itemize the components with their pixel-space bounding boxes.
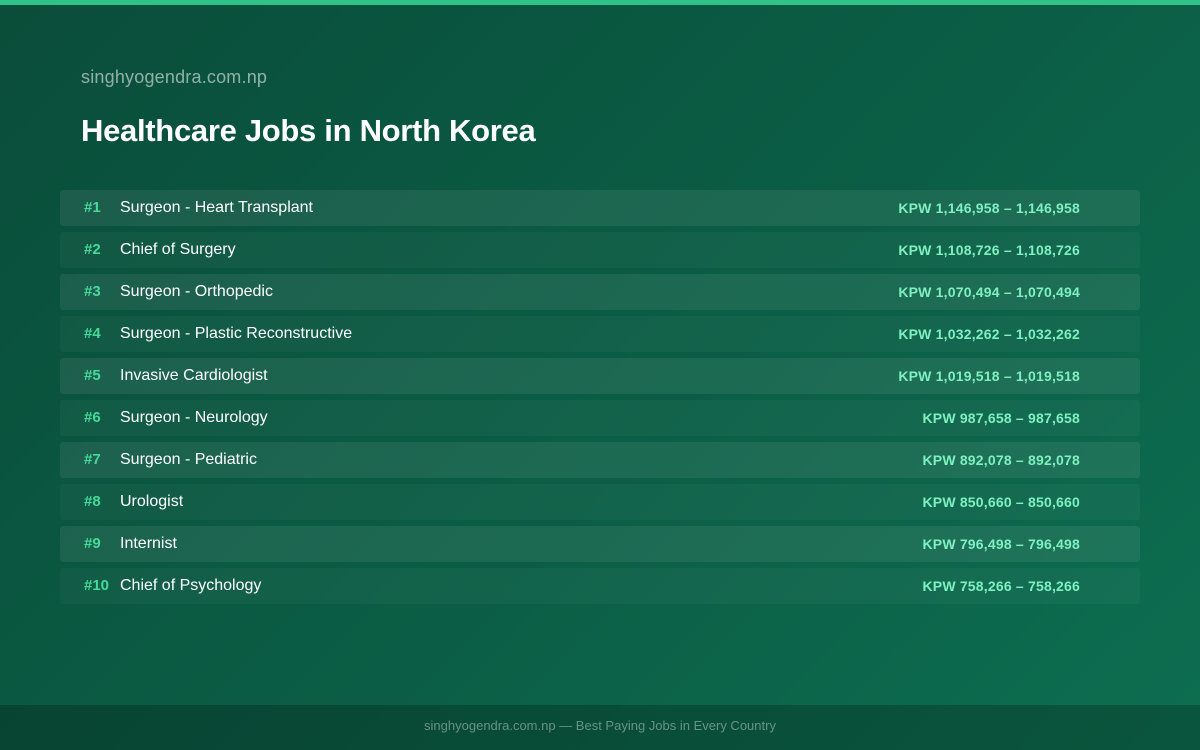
site-name: singhyogendra.com.np <box>81 67 268 87</box>
job-list: #1 Surgeon - Heart Transplant KPW 1,146,… <box>60 190 1140 610</box>
job-salary: KPW 1,108,726 – 1,108,726 <box>898 242 1080 258</box>
job-salary: KPW 1,019,518 – 1,019,518 <box>898 368 1080 384</box>
job-rank: #2 <box>84 241 101 258</box>
job-salary: KPW 758,266 – 758,266 <box>922 578 1080 594</box>
job-title: Surgeon - Plastic Reconstructive <box>120 325 353 342</box>
top-accent-bar <box>0 0 1200 5</box>
job-rank: #9 <box>84 535 101 552</box>
job-salary: KPW 850,660 – 850,660 <box>922 494 1080 510</box>
job-title: Chief of Psychology <box>120 577 262 594</box>
job-title: Invasive Cardiologist <box>120 367 268 384</box>
job-salary: KPW 987,658 – 987,658 <box>922 410 1080 426</box>
page-title: Healthcare Jobs in North Korea <box>81 113 536 148</box>
job-rank: #5 <box>84 367 101 384</box>
job-rank: #3 <box>84 283 101 300</box>
job-row: #7 Surgeon - Pediatric KPW 892,078 – 892… <box>60 442 1140 478</box>
job-rank: #4 <box>84 325 101 342</box>
footer: singhyogendra.com.np — Best Paying Jobs … <box>0 705 1200 750</box>
job-title: Surgeon - Orthopedic <box>120 283 273 300</box>
job-salary: KPW 1,070,494 – 1,070,494 <box>898 284 1080 300</box>
job-title: Urologist <box>120 493 184 510</box>
job-rank: #8 <box>84 493 101 510</box>
job-row: #10 Chief of Psychology KPW 758,266 – 75… <box>60 568 1140 604</box>
job-row: #5 Invasive Cardiologist KPW 1,019,518 –… <box>60 358 1140 394</box>
job-title: Internist <box>120 535 177 552</box>
job-row: #8 Urologist KPW 850,660 – 850,660 <box>60 484 1140 520</box>
job-salary: KPW 892,078 – 892,078 <box>922 452 1080 468</box>
job-salary: KPW 796,498 – 796,498 <box>922 536 1080 552</box>
job-title: Surgeon - Heart Transplant <box>120 199 313 216</box>
job-title: Chief of Surgery <box>120 241 236 258</box>
job-rank: #1 <box>84 199 101 216</box>
job-rank: #7 <box>84 451 101 468</box>
job-row: #9 Internist KPW 796,498 – 796,498 <box>60 526 1140 562</box>
job-row: #2 Chief of Surgery KPW 1,108,726 – 1,10… <box>60 232 1140 268</box>
job-rank: #6 <box>84 409 101 426</box>
job-title: Surgeon - Pediatric <box>120 451 257 468</box>
job-salary: KPW 1,146,958 – 1,146,958 <box>898 200 1080 216</box>
job-row: #4 Surgeon - Plastic Reconstructive KPW … <box>60 316 1140 352</box>
job-row: #3 Surgeon - Orthopedic KPW 1,070,494 – … <box>60 274 1140 310</box>
job-row: #1 Surgeon - Heart Transplant KPW 1,146,… <box>60 190 1140 226</box>
job-row: #6 Surgeon - Neurology KPW 987,658 – 987… <box>60 400 1140 436</box>
job-salary: KPW 1,032,262 – 1,032,262 <box>898 326 1080 342</box>
job-rank: #10 <box>84 577 110 594</box>
job-title: Surgeon - Neurology <box>120 409 268 426</box>
footer-text: singhyogendra.com.np — Best Paying Jobs … <box>424 718 776 733</box>
